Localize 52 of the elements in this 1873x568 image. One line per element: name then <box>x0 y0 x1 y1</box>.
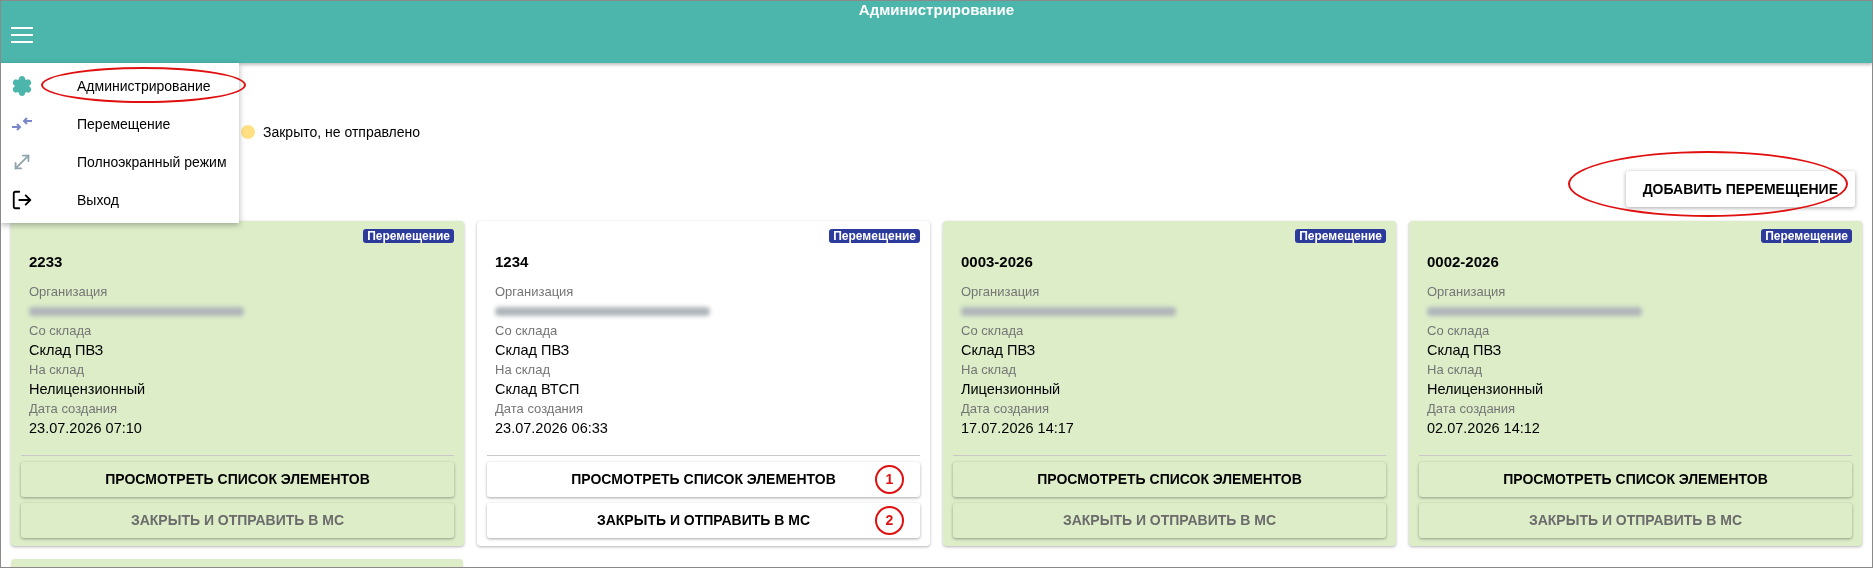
legend-label: Закрыто, не отправлено <box>263 122 421 142</box>
menu-button[interactable] <box>11 27 33 43</box>
menu-item[interactable]: Полноэкранный режим <box>1 143 239 181</box>
type-badge: Перемещение <box>1295 229 1386 243</box>
field-label: На склад <box>29 361 85 379</box>
field-label: На склад <box>495 361 551 379</box>
field-label: Со склада <box>495 322 559 340</box>
field-value: Склад ПВЗ <box>495 341 571 360</box>
field-label: Со склада <box>29 322 93 340</box>
field-label: Организация <box>29 283 109 301</box>
arrows-icon <box>11 117 33 131</box>
add-transfer-button[interactable]: ДОБАВИТЬ ПЕРЕМЕЩЕНИЕ <box>1625 171 1855 207</box>
card-action-button[interactable]: ПРОСМОТРЕТЬ СПИСОК ЭЛЕМЕНТОВ <box>1419 462 1852 497</box>
field-label: Организация <box>1427 283 1507 301</box>
card-number: 1234 <box>494 252 530 272</box>
type-badge: Перемещение <box>1761 229 1852 243</box>
field-label: Организация <box>961 283 1041 301</box>
field-value: 02.07.2026 14:12 <box>1427 419 1541 438</box>
menu-item[interactable]: Администрирование <box>1 67 239 105</box>
field-label: Со склада <box>961 322 1025 340</box>
field-value: 23.07.2026 07:10 <box>29 419 143 438</box>
menu-item[interactable]: Перемещение <box>1 105 239 143</box>
field-value: Склад ПВЗ <box>961 341 1037 360</box>
field-label: Дата создания <box>495 400 585 418</box>
field-value: 23.07.2026 06:33 <box>495 419 609 438</box>
step-number-marker: 1 <box>875 465 904 494</box>
page-title: Администрирование <box>858 2 1015 18</box>
gear-icon <box>11 75 33 97</box>
type-badge: Перемещение <box>829 229 920 243</box>
card-action-button[interactable]: ПРОСМОТРЕТЬ СПИСОК ЭЛЕМЕНТОВ <box>21 462 454 497</box>
card-number: 0002-2026 <box>1426 252 1500 272</box>
card-number: 2233 <box>28 252 64 272</box>
field-value: 17.07.2026 14:17 <box>961 419 1075 438</box>
step-number-marker: 2 <box>875 506 904 535</box>
field-label: На склад <box>961 361 1017 379</box>
type-badge: Перемещение <box>363 229 454 243</box>
field-value: Нелицензионный <box>1427 380 1545 399</box>
field-label: На склад <box>1427 361 1483 379</box>
field-label: Дата создания <box>1427 400 1517 418</box>
field-label: Дата создания <box>961 400 1051 418</box>
card-number: 0003-2026 <box>960 252 1034 272</box>
menu-item[interactable]: Выход <box>1 181 239 219</box>
logout-icon <box>11 189 33 211</box>
field-value: Склад ПВЗ <box>29 341 105 360</box>
field-label: Со склада <box>1427 322 1491 340</box>
field-value: Лицензионный <box>961 380 1062 399</box>
field-value: Склад ПВЗ <box>1427 341 1503 360</box>
field-label: Организация <box>495 283 575 301</box>
field-value: Склад ВТСП <box>495 380 581 399</box>
field-value: Нелицензионный <box>29 380 147 399</box>
card-action-button[interactable]: ПРОСМОТРЕТЬ СПИСОК ЭЛЕМЕНТОВ <box>953 462 1386 497</box>
field-label: Дата создания <box>29 400 119 418</box>
